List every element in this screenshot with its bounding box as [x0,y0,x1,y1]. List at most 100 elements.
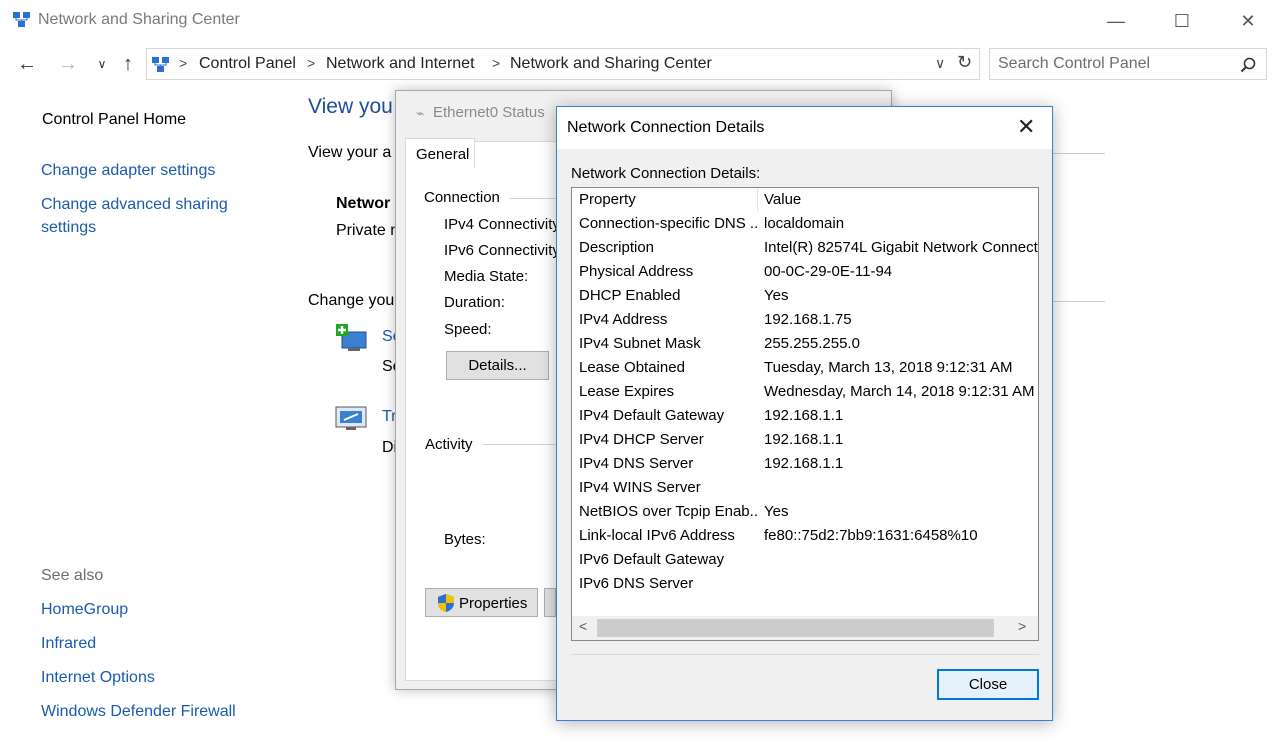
close-window-button[interactable]: ✕ [1228,8,1268,34]
back-arrow-icon[interactable]: ← [15,52,39,76]
property-cell: IPv4 Address [579,311,668,328]
section-divider [1050,301,1105,302]
table-row[interactable]: IPv4 Address 192.168.1.75 [572,308,1038,332]
close-button[interactable]: Close [937,669,1039,700]
page-subheading: View your a [308,144,392,161]
property-cell: IPv4 Subnet Mask [579,335,701,352]
up-arrow-icon[interactable]: ↑ [116,52,140,76]
property-cell: IPv4 DNS Server [579,455,694,472]
window-title: Network and Sharing Center [38,11,240,28]
value-cell: 00-0C-29-0E-11-94 [764,263,893,280]
forward-arrow-icon[interactable]: → [56,52,80,76]
media-state-label: Media State: [444,268,529,285]
property-cell: IPv6 DNS Server [579,575,694,592]
property-cell: IPv4 WINS Server [579,479,701,496]
value-cell: localdomain [764,215,845,232]
table-row[interactable]: IPv4 Subnet Mask 255.255.255.0 [572,332,1038,356]
table-row[interactable]: IPv6 DNS Server [572,572,1038,596]
disable-button[interactable] [544,588,556,617]
breadcrumb-control-panel[interactable]: Control Panel [199,55,296,73]
table-row[interactable]: IPv4 DHCP Server 192.168.1.1 [572,428,1038,452]
search-input[interactable] [998,54,1228,74]
header-property[interactable]: Property [579,191,757,208]
connection-group-label: Connection [424,189,500,206]
change-advanced-sharing-link[interactable]: Change advanced sharing [41,196,228,214]
horizontal-scrollbar[interactable]: < > [572,616,1038,640]
change-advanced-sharing-link-line2[interactable]: settings [41,219,96,237]
value-cell: Wednesday, March 14, 2018 9:12:31 AM [764,383,1035,400]
scroll-right-arrow-icon[interactable]: > [1018,618,1026,634]
properties-button[interactable]: Properties [425,588,538,617]
dialog-divider [571,654,1039,655]
table-row[interactable]: IPv4 DNS Server 192.168.1.1 [572,452,1038,476]
address-row: ← → ∨ ↑ > Control Panel > Network and In… [0,44,1280,86]
homegroup-link[interactable]: HomeGroup [41,601,128,619]
header-value[interactable]: Value [764,191,1038,208]
list-header: Property Value [572,188,1038,212]
change-adapter-settings-link[interactable]: Change adapter settings [41,162,215,180]
change-settings-heading: Change you [308,292,395,309]
value-cell: Yes [764,287,789,304]
minimize-button[interactable]: — [1096,8,1136,34]
table-row[interactable]: Lease Expires Wednesday, March 14, 2018 9… [572,380,1038,404]
activity-group-line [483,444,556,445]
breadcrumb-network-internet[interactable]: Network and Internet [326,55,475,73]
table-row[interactable]: NetBIOS over Tcpip Enab... Yes [572,500,1038,524]
details-button[interactable]: Details... [446,351,549,380]
property-cell: DHCP Enabled [579,287,681,304]
value-cell: Tuesday, March 13, 2018 9:12:31 AM [764,359,1013,376]
table-row[interactable]: Description Intel(R) 82574L Gigabit Netwo… [572,236,1038,260]
ethernet-cable-icon: ⌁ [416,105,425,121]
table-row[interactable]: DHCP Enabled Yes [572,284,1038,308]
table-row[interactable]: IPv6 Default Gateway [572,548,1038,572]
property-cell: Connection-specific DNS ... [579,215,757,232]
close-x-icon[interactable]: ✕ [1017,114,1035,140]
address-bar[interactable]: > Control Panel > Network and Internet >… [146,48,980,80]
details-list-view[interactable]: Property Value Connection-specific DNS .… [571,187,1039,641]
internet-options-link[interactable]: Internet Options [41,669,155,687]
scrollbar-thumb[interactable] [597,619,994,637]
connection-group-line [510,198,556,199]
search-icon[interactable] [1240,57,1256,73]
property-cell: IPv6 Default Gateway [579,551,725,568]
network-connection-details-dialog: Network Connection Details ✕ Network Con… [556,106,1053,721]
property-cell: Lease Obtained [579,359,685,376]
table-row[interactable]: Link-local IPv6 Address fe80::75d2:7bb9:1… [572,524,1038,548]
search-box [989,48,1267,80]
infrared-link[interactable]: Infrared [41,635,96,653]
recent-chevron-down-icon[interactable]: ∨ [90,52,114,76]
value-cell: 192.168.1.1 [764,431,844,448]
setup-connection-icon [336,324,367,351]
details-caption: Network Connection Details: [571,165,761,182]
property-cell: Description [579,239,655,256]
control-panel-home-link[interactable]: Control Panel Home [42,111,186,129]
tab-general[interactable]: General [405,138,475,168]
table-row[interactable]: Lease Obtained Tuesday, March 13, 2018 9:… [572,356,1038,380]
maximize-button[interactable]: ☐ [1162,8,1202,34]
value-cell: 192.168.1.75 [764,311,852,328]
bytes-label: Bytes: [444,531,486,548]
header-column-divider[interactable] [757,188,758,212]
table-row[interactable]: IPv4 WINS Server [572,476,1038,500]
value-cell: Intel(R) 82574L Gigabit Network Connecti… [764,239,1038,256]
network-center-icon [13,12,30,27]
value-cell: Yes [764,503,789,520]
address-dropdown-chevron-icon[interactable]: ∨ [935,55,945,72]
table-row[interactable]: Connection-specific DNS ... localdomain [572,212,1038,236]
see-also-label: See also [41,567,104,584]
property-cell: IPv4 DHCP Server [579,431,704,448]
window-title-bar: Network and Sharing Center — ☐ ✕ [0,0,1280,42]
breadcrumb-separator: > [492,55,501,71]
activity-group-label: Activity [425,436,473,453]
windows-defender-firewall-link[interactable]: Windows Defender Firewall [41,703,236,721]
scroll-left-arrow-icon[interactable]: < [579,618,587,634]
details-dialog-title: Network Connection Details [567,119,765,136]
value-cell: 255.255.255.0 [764,335,860,352]
troubleshoot-icon [335,406,367,430]
table-row[interactable]: IPv4 Default Gateway 192.168.1.1 [572,404,1038,428]
table-row[interactable]: Physical Address 00-0C-29-0E-11-94 [572,260,1038,284]
breadcrumb-network-sharing-center[interactable]: Network and Sharing Center [510,55,712,73]
section-divider [1050,153,1105,154]
refresh-icon[interactable]: ↻ [957,52,972,73]
details-title-bar: Network Connection Details ✕ [557,107,1052,149]
